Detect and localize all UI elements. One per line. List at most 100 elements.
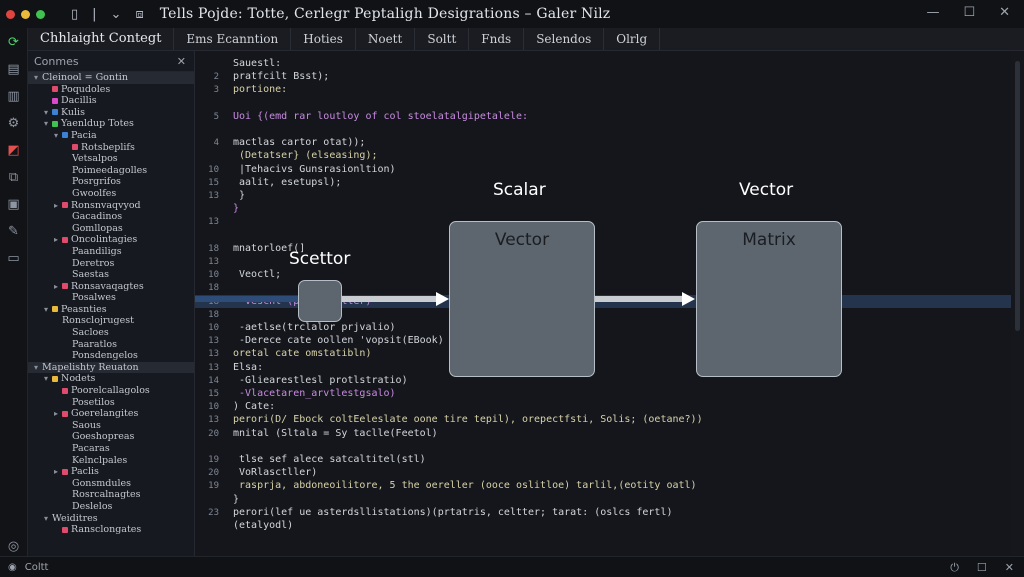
tree-item[interactable]: ▾ Mapelishty Reuaton [28, 361, 194, 374]
tree-item[interactable]: ▸ Ronsavaqagtes [28, 281, 194, 293]
code-text: perori(D/ Ebock coltEeleslate oone tire … [233, 414, 703, 426]
tree-item[interactable]: Ronsclojrugest [28, 315, 194, 327]
minimize-icon[interactable]: — [926, 5, 939, 20]
tree-item-label: Posrgrifos [72, 176, 121, 188]
menu-item-1[interactable]: Chhlaight Contegt [28, 28, 175, 50]
chevron-icon[interactable]: ▸ [54, 408, 62, 420]
line-number: 13 [208, 191, 219, 201]
tree-item-label: Poqudoles [61, 83, 111, 95]
menu-item-8[interactable]: Olrlg [604, 28, 661, 50]
tree-item[interactable]: Paandiligs [28, 246, 194, 258]
tree-item[interactable]: Goeshopreas [28, 431, 194, 443]
chevron-icon[interactable]: ▾ [54, 130, 62, 142]
tree-item[interactable]: Deretros [28, 258, 194, 270]
refresh-icon[interactable]: ⟳ [6, 34, 22, 50]
menu-item-2[interactable]: Ems Ecanntion [174, 28, 292, 50]
layout-icon[interactable]: ⧈ [135, 7, 143, 22]
tree-item[interactable]: ▾ Peasnties [28, 304, 194, 316]
box-vector-title: Vector [494, 230, 550, 250]
chevron-down-icon[interactable]: ⌄ [111, 7, 122, 22]
power-icon[interactable]: ⏻ [950, 561, 959, 575]
tree-item[interactable]: Gwoolfes [28, 188, 194, 200]
menu-item-6[interactable]: Fnds [469, 28, 525, 50]
tree-item[interactable]: Saestas [28, 269, 194, 281]
line-number: 19 [208, 455, 219, 465]
minimize-window-button[interactable] [21, 9, 30, 19]
close-panel-icon[interactable]: ✕ [1005, 561, 1014, 575]
tree-item[interactable]: ▾ Cleinool = Gontin [28, 72, 194, 84]
account-icon[interactable]: ◎ [6, 538, 22, 554]
chevron-icon[interactable]: ▾ [34, 362, 42, 374]
tree-item[interactable]: ▸ Oncolintagies [28, 234, 194, 246]
menu-item-4[interactable]: Noett [356, 28, 416, 50]
tree-item[interactable]: Posalwes [28, 292, 194, 304]
chevron-icon[interactable]: ▾ [44, 304, 52, 316]
tree-item[interactable]: Saous [28, 420, 194, 432]
pen-icon[interactable]: ✎ [6, 223, 22, 239]
tree-item[interactable]: Gacadinos [28, 211, 194, 223]
line-number: 13 [208, 217, 219, 228]
bookmark-icon[interactable]: ◩ [6, 142, 22, 158]
chevron-icon[interactable]: ▾ [44, 107, 52, 119]
chevron-icon[interactable]: ▾ [44, 513, 52, 525]
chevron-icon[interactable]: ▸ [54, 200, 62, 212]
tree-item[interactable]: Rotsbeplifs [28, 142, 194, 154]
close-window-button[interactable] [6, 9, 15, 19]
chart-icon[interactable]: ▥ [6, 88, 22, 104]
tree-item-label: Posalwes [72, 292, 116, 304]
tree-item[interactable]: Poorelcallagolos [28, 385, 194, 397]
menu-item-7[interactable]: Selendos [524, 28, 605, 50]
tree-item[interactable]: ▾ Pacia [28, 130, 194, 142]
tree-item[interactable]: ▸ Ronsnvaqvyod [28, 200, 194, 212]
tree-item[interactable]: Ransclongates [28, 524, 194, 536]
tree-item[interactable]: Paaratlos [28, 339, 194, 351]
tree-item[interactable]: Poimeedagolles [28, 165, 194, 177]
code-editor[interactable]: Sauestl: 2 pratfcilt Bsst); 3 portione: 5 Uoi … [195, 51, 1011, 556]
terminal-icon[interactable]: ▭ [6, 250, 22, 266]
code-text: Uoi {(emd rar loutloy of col stoelatalgi… [233, 110, 529, 122]
tree-item[interactable]: ▾ Yaenldup Totes [28, 118, 194, 130]
tree-item[interactable]: Gonsmdules [28, 478, 194, 490]
tree-item[interactable]: ▾ Kulis [28, 107, 194, 119]
menu-item-5[interactable]: Soltt [415, 28, 470, 50]
tree-item[interactable]: Deslelos [28, 501, 194, 513]
tree-item[interactable]: Dacillis [28, 95, 194, 107]
tree-item[interactable]: Sacloes [28, 327, 194, 339]
scroll-thumb[interactable] [1015, 61, 1020, 331]
menu-item-3[interactable]: Hoties [291, 28, 356, 50]
sidebar-toggle-icon[interactable]: ▯ [71, 7, 78, 22]
chevron-icon[interactable]: ▾ [44, 373, 52, 385]
code-line: 20 VoRlasctller) [195, 466, 1011, 479]
tree-item-label: Cleinool = Gontin [42, 72, 128, 83]
settings-icon[interactable]: ⚙ [6, 115, 22, 131]
tree-item[interactable]: Posrgrifos [28, 176, 194, 188]
panel-icon[interactable]: ☐ [977, 561, 987, 575]
maximize-icon[interactable]: ☐ [963, 5, 975, 20]
chevron-icon[interactable]: ▾ [34, 72, 42, 84]
close-icon[interactable]: ✕ [177, 55, 186, 68]
tree-item[interactable]: Gomllopas [28, 223, 194, 235]
tree-item[interactable]: Vetsalpos [28, 153, 194, 165]
diagram-small-node [298, 280, 342, 322]
tree-item-label: Pacaras [72, 443, 110, 454]
editor-scrollbar[interactable] [1012, 51, 1024, 556]
maximize-window-button[interactable] [36, 9, 45, 19]
close-icon[interactable]: ✕ [999, 5, 1010, 20]
tree-item[interactable]: Posetilos [28, 397, 194, 409]
tree-item[interactable]: ▸ Goerelangites [28, 408, 194, 420]
tree-item[interactable]: ▾ Weiditres [28, 513, 194, 525]
tree-item[interactable]: Poqudoles [28, 84, 194, 96]
files-icon[interactable]: ▤ [6, 61, 22, 77]
chevron-icon[interactable]: ▾ [44, 118, 52, 130]
tree-item[interactable]: ▾ Nodets [28, 373, 194, 385]
image-icon[interactable]: ▣ [6, 196, 22, 212]
chevron-icon[interactable]: ▸ [54, 234, 62, 246]
tree-item[interactable]: Rosrcalnagtes [28, 489, 194, 501]
tree-item[interactable]: Kelnclpales [28, 455, 194, 467]
chevron-icon[interactable]: ▸ [54, 281, 62, 293]
chevron-icon[interactable]: ▸ [54, 466, 62, 478]
tree-item[interactable]: ▸ Paclis [28, 466, 194, 478]
tree-item[interactable]: Ponsdengelos [28, 350, 194, 362]
copy-icon[interactable]: ⧉ [6, 169, 22, 185]
tree-item[interactable]: Pacaras [28, 443, 194, 455]
